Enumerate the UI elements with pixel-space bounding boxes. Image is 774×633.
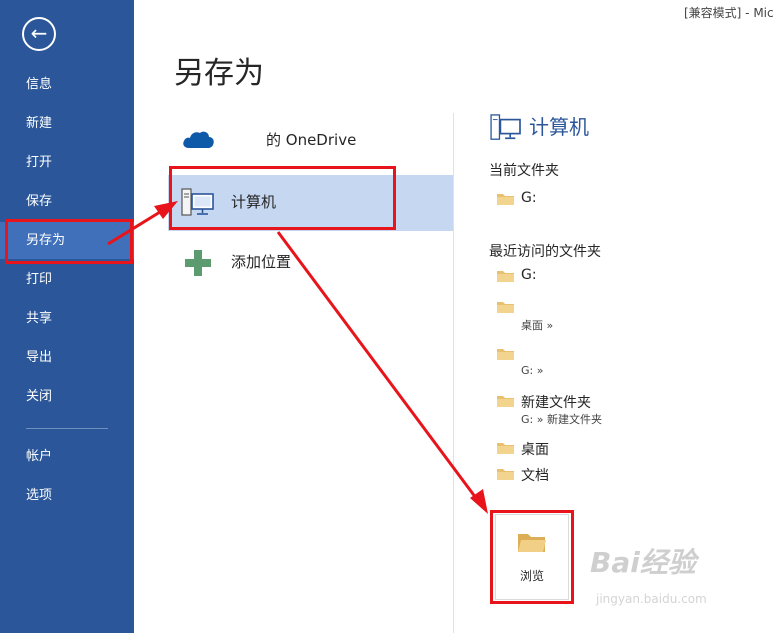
nav-item-close[interactable]: 关闭 — [0, 378, 134, 415]
location-onedrive[interactable]: 的 OneDrive — [168, 112, 454, 168]
recent-folder-path: G: » — [521, 364, 544, 377]
location-label-computer: 计算机 — [231, 193, 277, 211]
page-title: 另存为 — [174, 56, 264, 91]
nav-divider — [26, 428, 108, 429]
current-folder-name: G: — [521, 190, 537, 206]
watermark-url: jingyan.baidu.com — [596, 592, 707, 606]
nav-item-info[interactable]: 信息 — [0, 66, 134, 103]
nav-item-export[interactable]: 导出 — [0, 339, 134, 376]
folder-icon — [497, 302, 514, 313]
recent-folder-name: G: — [521, 267, 537, 283]
recent-folder-name: 文档 — [521, 468, 549, 484]
location-add-place[interactable]: 添加位置 — [168, 234, 454, 290]
nav-item-share[interactable]: 共享 — [0, 300, 134, 337]
browse-button[interactable]: 浏览 — [495, 514, 569, 600]
recent-folder-name: 桌面 — [521, 442, 549, 458]
browse-label: 浏览 — [519, 569, 544, 583]
folder-icon — [497, 271, 514, 282]
nav-item-new[interactable]: 新建 — [0, 105, 134, 142]
computer-icon — [181, 188, 214, 216]
folder-icon — [497, 443, 514, 454]
recent-folder-name: 新建文件夹 — [521, 395, 591, 411]
folder-icon — [497, 396, 514, 407]
folder-icon — [497, 349, 514, 360]
recent-folder-path: 桌面 » — [521, 319, 554, 332]
plus-icon — [185, 250, 211, 276]
nav-item-account[interactable]: 帐户 — [0, 438, 134, 475]
current-folder-heading: 当前文件夹 — [489, 163, 559, 179]
computer-icon — [490, 114, 521, 140]
nav-item-options[interactable]: 选项 — [0, 477, 134, 514]
nav-item-save-as[interactable]: 另存为 — [0, 222, 134, 259]
nav-item-save[interactable]: 保存 — [0, 183, 134, 220]
folder-icon — [497, 194, 514, 205]
nav-item-open[interactable]: 打开 — [0, 144, 134, 181]
open-folder-icon — [518, 534, 546, 552]
back-arrow-icon[interactable]: ← — [22, 17, 56, 51]
panel-divider — [453, 113, 454, 633]
location-computer[interactable]: 计算机 — [168, 175, 454, 231]
folder-icon — [497, 469, 514, 480]
onedrive-cloud-icon — [183, 131, 214, 148]
watermark: Bai经验 — [590, 546, 696, 579]
recent-folder-path: G: » 新建文件夹 — [521, 413, 602, 426]
nav-item-print[interactable]: 打印 — [0, 261, 134, 298]
window-title: [兼容模式] - Mic — [684, 6, 774, 20]
right-panel-title: 计算机 — [529, 115, 589, 139]
location-label-add-place: 添加位置 — [231, 253, 292, 271]
recent-folders-heading: 最近访问的文件夹 — [489, 244, 601, 260]
location-label-onedrive: 的 OneDrive — [266, 131, 357, 149]
backstage-nav: ← 信息 新建 打开 保存 另存为 打印 共享 导出 关闭 帐户 选项 — [0, 0, 134, 633]
